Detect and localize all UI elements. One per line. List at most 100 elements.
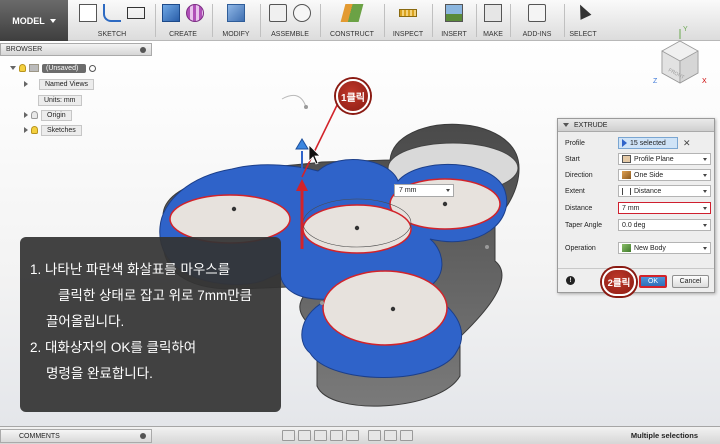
workspace-switcher[interactable]: MODEL [0,0,68,41]
create-sketch-icon[interactable] [79,4,97,22]
measure-icon[interactable] [399,9,417,17]
panel-pin-icon[interactable] [140,433,146,439]
add-ins-menu[interactable]: ADD-INS [513,31,561,38]
inspect-group[interactable]: INSPECT [387,0,429,41]
start-value: Profile Plane [634,155,674,163]
make-menu[interactable]: MAKE [479,31,507,38]
look-at-icon[interactable] [298,430,311,441]
create-group[interactable]: CREATE [158,0,208,41]
viewcube[interactable]: Y FRONT Z X [650,21,710,91]
comments-panel-header[interactable]: COMMENTS [0,429,152,443]
pan-icon[interactable] [314,430,327,441]
direction-select[interactable]: One Side [618,169,711,181]
info-icon[interactable]: ! [566,276,575,285]
grid-settings-icon[interactable] [384,430,397,441]
browser-item-units[interactable]: Units: mm [38,94,82,106]
expand-icon[interactable] [24,127,28,133]
browser-item-sketches[interactable]: Sketches [24,124,82,136]
modify-group[interactable]: MODIFY [215,0,257,41]
insert-group[interactable]: INSERT [435,0,473,41]
dialog-header[interactable]: EXTRUDE [558,119,714,132]
center-point [442,201,448,207]
create-menu[interactable]: CREATE [158,31,208,38]
toolbar-divider [155,4,156,37]
zoom-icon[interactable] [330,430,343,441]
chevron-down-icon[interactable] [446,189,450,192]
item-label: Origin [41,109,72,121]
rectangle-icon[interactable] [127,7,145,19]
select-menu[interactable]: SELECT [567,31,599,38]
center-point [354,225,360,231]
operation-select[interactable]: New Body [618,242,711,254]
collapse-icon[interactable] [10,66,16,70]
assemble-menu[interactable]: ASSEMBLE [263,31,317,38]
clear-selection-icon[interactable]: ✕ [683,138,691,149]
add-ins-group[interactable]: ADD-INS [513,0,561,41]
make-group[interactable]: MAKE [479,0,507,41]
select-cursor-icon [622,139,627,147]
viewports-icon[interactable] [400,430,413,441]
navigation-toolbar [282,430,413,441]
sketch-group[interactable]: SKETCH [72,0,152,41]
expand-icon[interactable] [24,81,28,87]
taper-value: 0.0 deg [622,221,646,229]
operation-label: Operation [565,245,596,252]
cancel-button[interactable]: Cancel [672,275,709,288]
browser-root-node[interactable]: (Unsaved) [10,62,97,74]
select-cursor-icon[interactable] [574,2,592,20]
scripts-icon[interactable] [528,4,546,22]
sketch-point [320,301,324,305]
assemble-group[interactable]: ASSEMBLE [263,0,317,41]
start-row: Start Profile Plane [558,153,716,167]
toolbar-divider [384,4,385,37]
insert-image-icon[interactable] [445,4,463,22]
direction-row: Direction One Side [558,169,716,183]
chevron-down-icon [49,18,56,23]
comments-title: COMMENTS [19,432,60,440]
browser-header[interactable]: BROWSER [0,43,152,56]
visibility-bulb-icon[interactable] [31,111,38,119]
fit-icon[interactable] [346,430,359,441]
dialog-title: EXTRUDE [574,121,608,129]
expand-icon[interactable] [24,112,28,118]
taper-input[interactable]: 0.0 deg [618,219,711,231]
chevron-down-icon[interactable] [703,207,707,210]
chevron-down-icon [703,158,707,161]
dialog-footer: ! OK Cancel [558,268,714,292]
ok-button[interactable]: OK [639,275,667,288]
visibility-bulb-icon[interactable] [19,64,26,72]
inspect-menu[interactable]: INSPECT [387,31,429,38]
profile-selection[interactable]: 15 selected [618,137,678,149]
new-component-icon[interactable] [269,4,287,22]
construct-menu[interactable]: CONSTRUCT [323,31,381,38]
press-pull-icon[interactable] [227,4,245,22]
panel-pin-icon[interactable] [140,47,146,53]
browser-item-named-views[interactable]: Named Views [24,78,95,90]
mouse-pointer-icon [308,144,321,165]
joint-icon[interactable] [293,4,311,22]
construct-group[interactable]: CONSTRUCT [323,0,381,41]
extrude-icon[interactable] [162,4,180,22]
distance-input[interactable]: 7 mm [618,202,711,214]
radio-icon[interactable] [89,64,97,72]
display-settings-icon[interactable] [368,430,381,441]
orbit-icon[interactable] [282,430,295,441]
toolbar-divider [260,4,261,37]
viewcube-axis-x: X [702,78,707,85]
insert-menu[interactable]: INSERT [435,31,473,38]
profile-value: 15 selected [630,139,666,147]
browser-item-origin[interactable]: Origin [24,109,72,121]
modify-menu[interactable]: MODIFY [215,31,257,38]
canvas-distance-input[interactable]: 7 mm [394,184,454,197]
extent-select[interactable]: Distance [618,185,711,197]
line-icon[interactable] [103,4,121,22]
browser-panel: BROWSER (Unsaved) Named Views Units: mm … [0,43,152,139]
select-group[interactable]: SELECT [567,0,599,41]
offset-plane-icon[interactable] [340,4,364,22]
visibility-bulb-icon[interactable] [31,126,38,134]
pattern-icon[interactable] [186,4,204,22]
3d-print-icon[interactable] [484,4,502,22]
start-select[interactable]: Profile Plane [618,153,711,165]
sketch-menu[interactable]: SKETCH [72,31,152,38]
chevron-down-icon[interactable] [703,224,707,227]
